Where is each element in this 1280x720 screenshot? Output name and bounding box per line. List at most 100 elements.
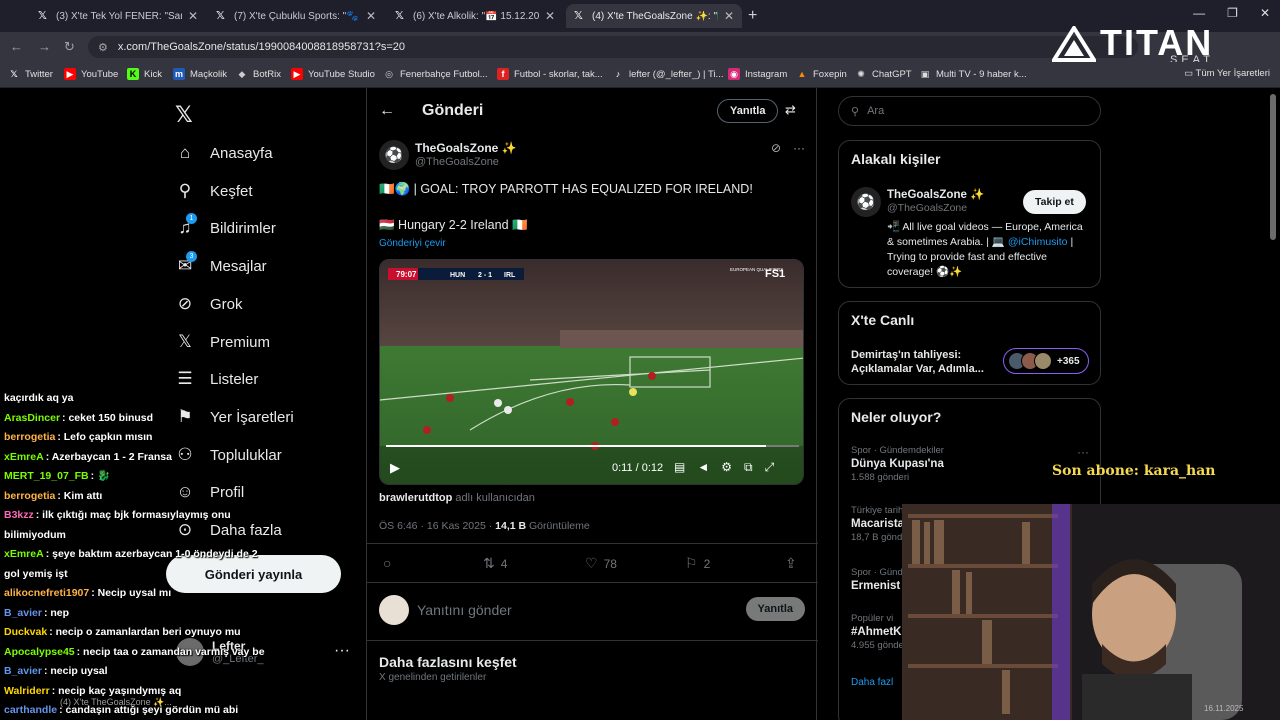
- tweet-video[interactable]: 79:07 HUN 2 - 1 IRL EUROPEAN QUALIFIERS …: [379, 259, 804, 485]
- chat-message: ArasDincer: ceket 150 binusd: [4, 412, 153, 425]
- url-field[interactable]: ⚙ x.com/TheGoalsZone/status/199008400881…: [88, 36, 1138, 58]
- close-icon[interactable]: ✕: [188, 9, 198, 23]
- sidebar-item-premium[interactable]: 𝕏 Premium: [174, 328, 270, 356]
- x-icon: 𝕏: [38, 10, 47, 22]
- search-input[interactable]: ⚲ Ara: [838, 96, 1101, 126]
- volume-icon[interactable]: ◄: [697, 460, 709, 475]
- all-bookmarks-folder[interactable]: ▭ Tüm Yer İşaretleri: [1184, 68, 1270, 79]
- bookmark-twitter[interactable]: 𝕏 Twitter: [8, 68, 53, 80]
- grok-explain-icon[interactable]: ⊘: [771, 141, 781, 155]
- retweet-action[interactable]: ⇅ 4: [483, 555, 507, 572]
- bookmark-multitv[interactable]: ▣ Multi TV - 9 haber k...: [919, 68, 1027, 80]
- reload-icon[interactable]: ↻: [64, 39, 75, 55]
- related-handle[interactable]: @TheGoalsZone: [887, 202, 967, 214]
- bookmark-instagram[interactable]: ◉ Instagram: [728, 68, 787, 80]
- tiktok-icon: ♪: [615, 69, 621, 79]
- bookmark-futbol[interactable]: f Futbol - skorlar, tak...: [497, 68, 603, 80]
- back-arrow-icon[interactable]: ←: [379, 102, 395, 120]
- tab-title: (3) X'te Tek Yol FENER: "Santiag: [56, 10, 182, 22]
- browser-tab-active[interactable]: 𝕏 (4) X'te TheGoalsZone ✨: "🇮🇪 ✕: [566, 4, 742, 28]
- reply-action[interactable]: ○: [383, 555, 397, 571]
- divider: [367, 543, 818, 544]
- video-time: 0:11 / 0:12: [612, 462, 664, 474]
- bio-link[interactable]: @iChimusito: [1008, 236, 1068, 248]
- close-icon[interactable]: ✕: [366, 9, 376, 23]
- bookmark-tiktok[interactable]: ♪ lefter (@_lefter_) | Ti...: [612, 68, 724, 80]
- tweet-timestamp[interactable]: ÖS 6:46 · 16 Kas 2025 ·: [379, 520, 495, 532]
- card-title: Neler oluyor?: [851, 409, 942, 425]
- page-scrollbar[interactable]: [1270, 94, 1276, 240]
- new-tab-icon[interactable]: +: [748, 7, 757, 25]
- chat-username: ArasDincer: [4, 411, 61, 424]
- tweet-author-handle[interactable]: @TheGoalsZone: [415, 156, 499, 168]
- globe-icon: ◎: [385, 69, 393, 79]
- tweet-author-avatar[interactable]: ⚽: [379, 140, 409, 170]
- home-icon: ⌂: [179, 143, 191, 162]
- filter-icon[interactable]: ⇄: [785, 102, 796, 118]
- bookmark-kick[interactable]: K Kick: [127, 68, 162, 80]
- bookmark-action[interactable]: ⚐ 2: [685, 555, 710, 572]
- like-action[interactable]: ♡ 78: [585, 555, 617, 572]
- live-text[interactable]: Demirtaş'ın tahliyesi: Açıklamalar Var, …: [851, 348, 1001, 376]
- sidebar-item-notifications[interactable]: ♫ 1 Bildirimler: [174, 213, 276, 242]
- maximize-icon[interactable]: ❐: [1227, 6, 1238, 20]
- sidebar-item-explore[interactable]: ⚲ Keşfet: [174, 177, 253, 205]
- browser-tab[interactable]: 𝕏 (6) X'te Alkolik: "📅 15.12.2024 ✕: [387, 4, 563, 28]
- chat-text: : ceket 150 binusd: [62, 411, 154, 424]
- chat-text: : Kim attı: [57, 489, 103, 502]
- close-window-icon[interactable]: ✕: [1260, 6, 1270, 20]
- bookmark-youtube-studio[interactable]: ▶ YouTube Studio: [291, 68, 375, 80]
- follow-button[interactable]: Takip et: [1023, 190, 1086, 214]
- bookmark-foxepin[interactable]: ▲ Foxepin: [796, 68, 847, 80]
- bookmark-youtube[interactable]: ▶ YouTube: [64, 68, 118, 80]
- live-listeners[interactable]: +365: [1003, 348, 1089, 374]
- sidebar-item-grok[interactable]: ⊘ Grok: [174, 290, 243, 318]
- media-credit: brawlerutdtop adlı kullanıcıdan: [379, 492, 535, 504]
- close-icon[interactable]: ✕: [545, 9, 555, 23]
- browser-tab[interactable]: 𝕏 (3) X'te Tek Yol FENER: "Santiag ✕: [30, 4, 206, 28]
- sidebar-item-messages[interactable]: ✉ 3 Mesajlar: [174, 251, 267, 280]
- translate-link[interactable]: Gönderiyi çevir: [379, 238, 446, 249]
- more-dots-icon[interactable]: ···: [793, 141, 805, 155]
- more-dots-icon[interactable]: ···: [1077, 445, 1089, 459]
- settings-icon[interactable]: ⚙: [721, 460, 732, 475]
- play-icon[interactable]: ▶: [390, 460, 400, 476]
- related-name[interactable]: TheGoalsZone ✨: [887, 187, 984, 201]
- captions-icon[interactable]: ▤: [674, 460, 685, 475]
- taskbar-window-label[interactable]: (4) X'te TheGoalsZone ✨...: [60, 697, 172, 708]
- live-card[interactable]: X'te Canlı Demirtaş'ın tahliyesi: Açıkla…: [838, 301, 1101, 385]
- tweet-text-line: 🇮🇪🌍 | GOAL: TROY PARROTT HAS EQUALIZED F…: [379, 182, 753, 196]
- fullscreen-icon[interactable]: ⤢: [765, 460, 775, 475]
- tweet-author-name[interactable]: TheGoalsZone ✨: [415, 141, 517, 155]
- credit-user[interactable]: brawlerutdtop: [379, 492, 452, 504]
- bookmark-botrix[interactable]: ◆ BotRix: [236, 68, 281, 80]
- tab-title: (4) X'te TheGoalsZone ✨: "🇮🇪: [592, 10, 718, 22]
- pip-icon[interactable]: ⧉: [744, 460, 753, 475]
- video-score: 2 - 1: [478, 272, 492, 279]
- tab-title: (7) X'te Çubuklu Sports: "🐾 As: [234, 10, 360, 22]
- reply-submit-button[interactable]: Yanıtla: [745, 597, 805, 621]
- reply-header-button[interactable]: Yanıtla: [717, 99, 779, 123]
- show-more-link[interactable]: Daha fazl: [851, 677, 893, 688]
- bookmark-chatgpt[interactable]: ✺ ChatGPT: [855, 68, 911, 80]
- site-info-icon[interactable]: ⚙: [98, 41, 108, 54]
- forward-icon[interactable]: →: [38, 39, 51, 54]
- sidebar-item-home[interactable]: ⌂ Anasayfa: [174, 139, 273, 167]
- share-action[interactable]: ⇪: [785, 555, 797, 572]
- x-logo-icon[interactable]: 𝕏: [175, 102, 193, 128]
- back-icon[interactable]: ←: [10, 39, 23, 54]
- bookmark-mackolik[interactable]: m Maçkolik: [173, 68, 227, 80]
- reply-input[interactable]: Yanıtını gönder: [417, 602, 512, 618]
- minimize-icon[interactable]: —: [1193, 6, 1205, 20]
- close-icon[interactable]: ✕: [724, 9, 734, 23]
- avatar[interactable]: ⚽: [851, 187, 881, 217]
- mail-icon: ✉ 3: [174, 251, 197, 276]
- sidebar-item-lists[interactable]: ☰ Listeler: [174, 365, 258, 393]
- chat-username: B3kzz: [4, 509, 34, 521]
- video-progress-fill: [386, 445, 766, 447]
- more-dots-icon[interactable]: ···: [334, 642, 350, 660]
- view-count: 14,1 B: [495, 520, 527, 532]
- bookmark-fenerbahce[interactable]: ◎ Fenerbahçe Futbol...: [383, 68, 488, 80]
- browser-tab[interactable]: 𝕏 (7) X'te Çubuklu Sports: "🐾 As ✕: [208, 4, 384, 28]
- search-icon: ⚲: [851, 105, 860, 118]
